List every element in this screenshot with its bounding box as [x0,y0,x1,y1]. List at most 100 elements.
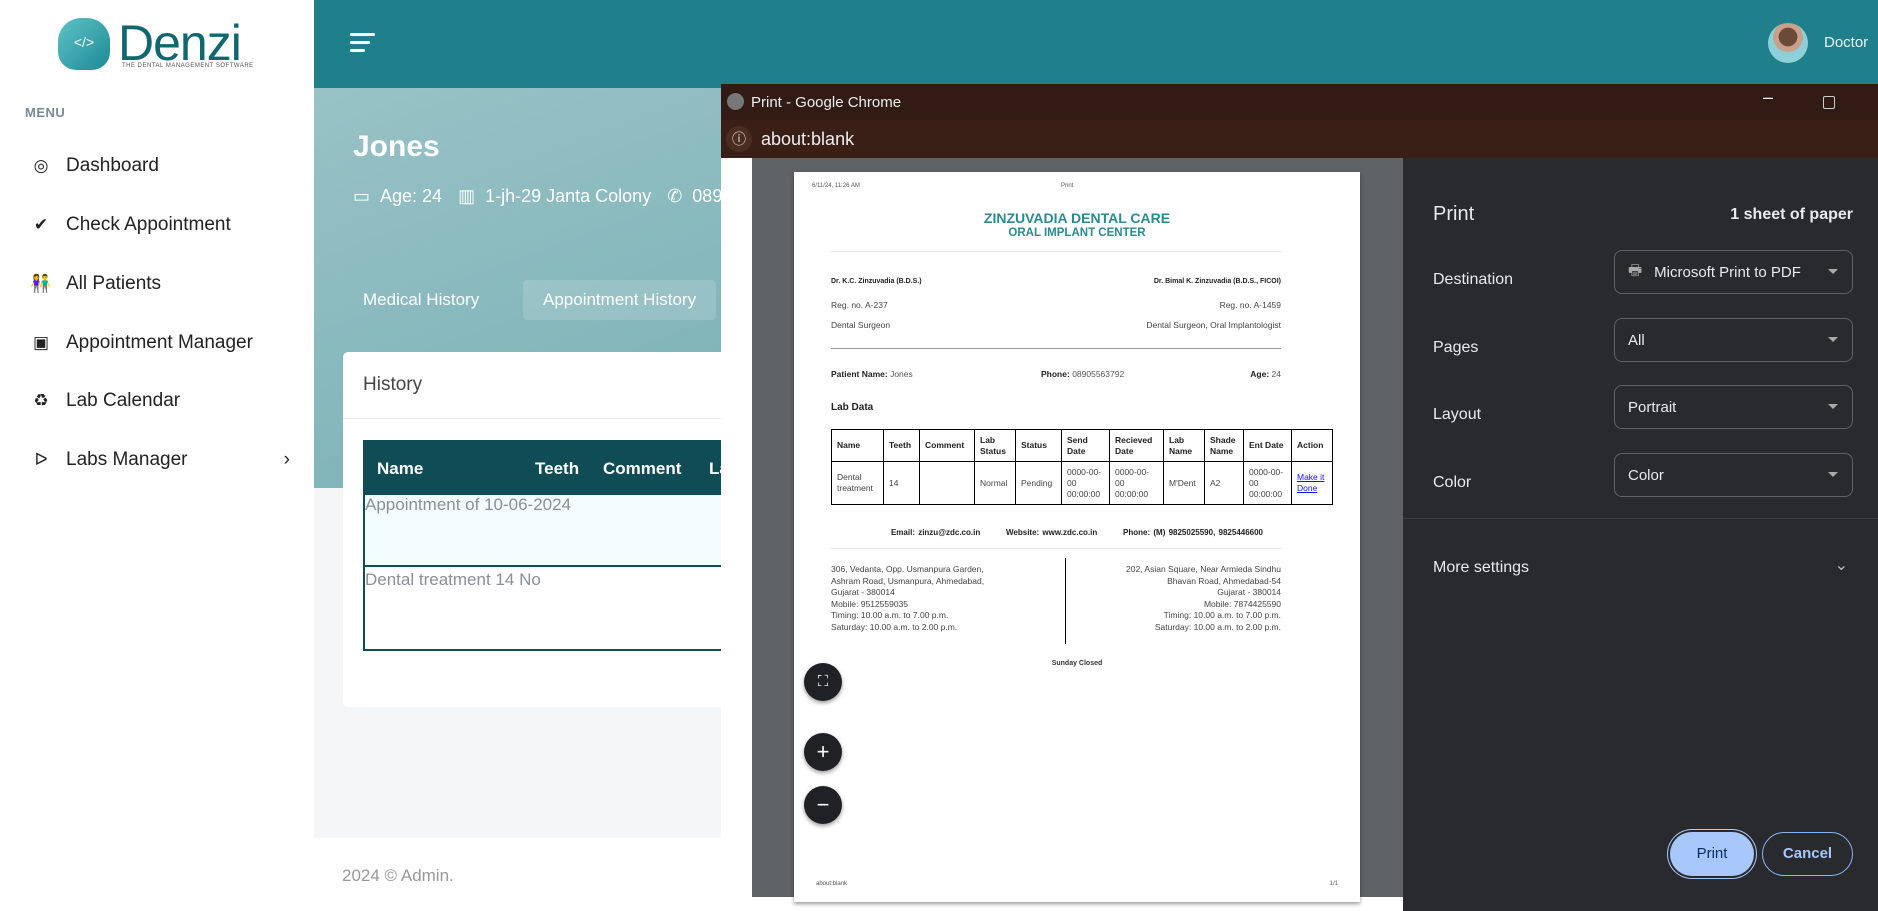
sidebar-item-check-appointment[interactable]: ✔ Check Appointment [30,210,231,240]
print-preview: 6/11/24, 11:26 AM Print ZINZUVADIA DENTA… [752,158,1403,902]
user-name[interactable]: Doctor [1824,34,1868,51]
contact-phone: Phone: (M) 9825025590, 9825446600 [1123,528,1264,537]
maximize-button[interactable] [1823,96,1835,109]
clinic-subtitle: ORAL IMPLANT CENTER [1008,227,1146,239]
phone-label: Phone: [1041,369,1070,379]
color-label: Color [1433,474,1472,491]
page-count: 1/1 [1329,881,1338,887]
calendar-icon: ▭ [353,186,371,206]
group-label: Appointment of 10-06-2024 [365,495,572,514]
minus-icon: − [816,792,830,817]
age-label: Age: [1250,369,1270,379]
color-select[interactable]: Color [1614,453,1853,497]
destination-label: Destination [1433,271,1514,288]
print-settings-panel: Print 1 sheet of paper Destination 🖶 Micr… [1403,158,1878,911]
sidebar-item-dashboard[interactable]: ◎ Dashboard [30,151,159,181]
logo-tagline: THE DENTAL MANAGEMENT SOFTWARE [122,63,254,69]
plus-icon: + [816,739,830,764]
more-settings-toggle[interactable]: More settings ⌄ [1403,553,1878,589]
cell [919,461,975,505]
url: about:blank [761,129,855,149]
tab-medical-history[interactable]: Medical History [343,280,499,320]
patient-name: Jones [353,130,440,163]
fullscreen-icon: ⛶ [817,673,829,690]
layout-select[interactable]: Portrait [1614,385,1853,429]
doctor2-reg: Reg. no. A-1459 [1219,300,1281,310]
patient-phone: 089 [692,186,723,206]
column-header: Lab Name [1163,429,1205,462]
menu-label: MENU [25,105,66,120]
divider [1403,518,1878,519]
print-footer-url: about:blank [816,881,848,887]
people-icon: 👫 [30,274,52,293]
column-header: Name [377,459,424,478]
column-header: Status [1015,429,1062,462]
label-icon: ᐅ [34,450,48,469]
destination-select[interactable]: 🖶 Microsoft Print to PDF [1614,250,1853,294]
window-title: Print - Google Chrome [751,94,902,111]
cell: 0000-00-00 00:00:00 [1243,461,1292,505]
title-bar: Print - Google Chrome – [721,84,1878,120]
info-icon[interactable]: ⓘ [726,126,752,152]
cell: 14 [495,570,515,589]
patient-age: Age: 24 [380,186,443,206]
print-window: Print - Google Chrome – ⓘ about:blank 6/… [721,84,1878,911]
cancel-button[interactable]: Cancel [1762,832,1853,876]
sidebar-item-label: Lab Calendar [66,390,181,411]
sidebar-item-appointment-manager[interactable]: ▣ Appointment Manager [30,328,253,358]
doctor2-name: Dr. Bimal K. Zinzuvadia (B.D.S., FICOI) [1153,278,1281,285]
printer-icon: 🖶 [1628,261,1643,279]
column-header: Recieved Date [1109,429,1164,462]
column-header: Ent Date [1243,429,1292,462]
tab-appointment-history[interactable]: Appointment History [523,280,717,320]
sidebar-item-label: Labs Manager [66,449,188,470]
dropdown-caret-icon [1828,269,1838,279]
zoom-out-button[interactable]: − [804,786,842,824]
column-header: Teeth [535,459,580,478]
contact-email: Email: zinzu@zdc.co.in [890,528,981,537]
print-header-title: Print [1061,183,1074,189]
top-bar [314,0,1878,88]
patient-address: 1-jh-29 Janta Colony [485,186,652,206]
logo-tooth-icon: </> [58,18,110,70]
minimize-button[interactable]: – [1763,87,1773,108]
pages-select[interactable]: All [1614,318,1853,362]
doctor1-name: Dr. K.C. Zinzuvadia (B.D.S.) [831,278,922,285]
divider [1065,558,1066,644]
make-it-done-link[interactable]: Make it Done [1297,472,1324,493]
cell: Dental treatment [831,461,884,505]
menu-toggle-icon[interactable] [350,33,375,57]
divider [831,251,1281,252]
chevron-right-icon: › [283,449,290,470]
cell: Pending [1015,461,1062,505]
cell: M'Dent [1163,461,1205,505]
sidebar-item-lab-calendar[interactable]: ♻ Lab Calendar [30,386,180,416]
patient-label: Patient Name: [831,369,888,379]
dropdown-caret-icon [1828,472,1838,482]
sidebar-item-all-patients[interactable]: 👫 All Patients [30,269,161,299]
address-left: 306, Vedanta, Opp. Usmanpura Garden, Ashr… [831,564,985,632]
column-header: Lab Status [974,429,1016,462]
print-button[interactable]: Print [1670,832,1754,876]
avatar[interactable] [1768,23,1808,63]
address-bar: ⓘ about:blank [721,120,1878,158]
sunday-closed: Sunday Closed [1051,660,1103,667]
sidebar-item-labs-manager[interactable]: ᐅ Labs Manager › [30,445,290,475]
fit-to-page-button[interactable]: ⛶ [804,663,842,701]
cell: Normal [974,461,1016,505]
divider [831,348,1281,349]
pages-label: Pages [1433,339,1479,356]
cell: 14 [883,461,920,505]
patient-info: ▭ Age: 24 ▥ 1-jh-29 Janta Colony ✆ 089 [353,186,722,207]
contact-website: Website: www.zdc.co.in [1006,528,1098,537]
cell: Dental treatment [365,570,491,589]
print-title: Print [1433,203,1475,225]
table-row: Dental treatment 14 Normal Pending 0000-00-0… [831,461,1333,505]
zoom-in-button[interactable]: + [804,733,842,771]
column-header: Comment [603,459,682,478]
building-icon: ▥ [458,186,476,206]
gauge-icon: ◎ [33,156,49,175]
cell: A2 [1204,461,1244,505]
table-header: Name Teeth Comment Lab Status Status Send Dat… [831,429,1333,462]
print-date: 6/11/24, 11:26 AM [812,183,860,189]
